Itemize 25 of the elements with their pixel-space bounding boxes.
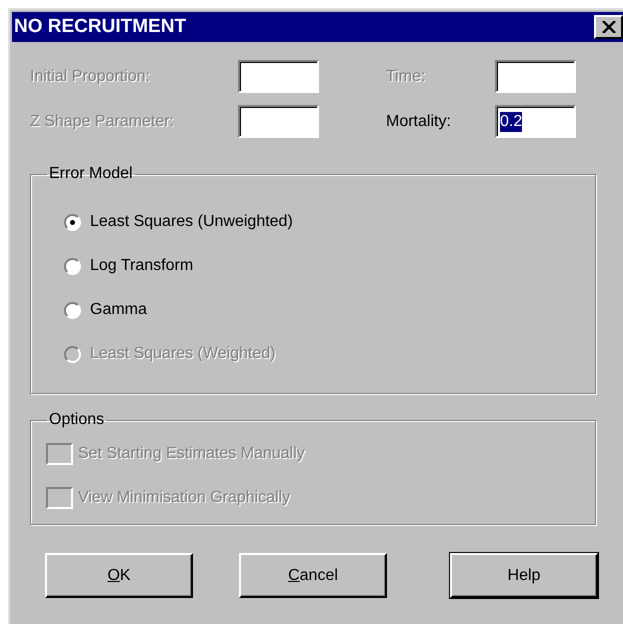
field-label: Mortality: [386,112,452,132]
checkbox-label: Set Starting Estimates Manually [78,444,305,464]
radio-label: Least Squares (Weighted) [90,344,276,364]
radio-button[interactable] [64,302,81,318]
input-field[interactable] [495,60,576,93]
dialog-button[interactable]: Help [450,553,598,598]
group-label: Options [48,410,106,430]
radio-button[interactable] [64,258,81,274]
dialog-button[interactable]: OK [45,553,193,598]
group-label: Error Model [48,164,134,184]
field-label: Time: [386,66,426,86]
checkbox-label: View Minimisation Graphically [78,488,290,508]
dialog-button[interactable]: Cancel [239,553,387,598]
window-title: NO RECRUITMENT [14,14,188,39]
input-field[interactable] [238,60,319,93]
input-field[interactable]: 0.2 [495,105,576,138]
radio-label: Least Squares (Unweighted) [90,212,293,232]
radio-label: Gamma [90,300,147,320]
field-label: Initial Proportion: [30,66,152,86]
close-button[interactable] [594,15,623,39]
radio-label: Log Transform [90,256,194,276]
close-icon [602,21,616,33]
input-field[interactable] [238,105,319,138]
radio-button[interactable] [64,214,81,230]
field-label: Z Shape Parameter: [30,112,176,132]
